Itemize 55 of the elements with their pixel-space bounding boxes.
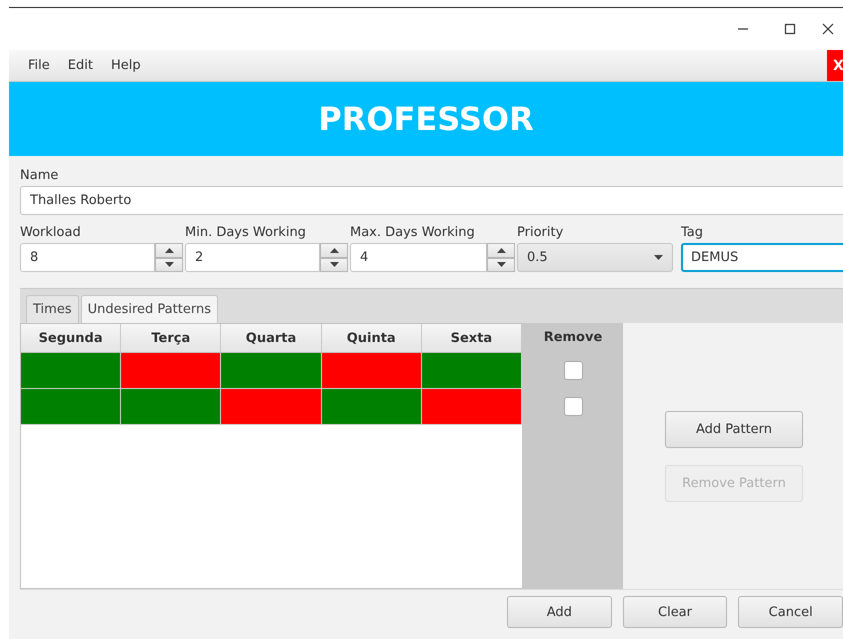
column-header[interactable]: Terça [121,324,222,352]
field-label: Min. Days Working [185,225,307,242]
field-label: Name [20,168,60,185]
column-header[interactable]: Segunda [21,324,122,352]
dialog-button[interactable]: Add [507,596,612,628]
checkbox[interactable] [564,396,582,416]
maximize-icon[interactable] [784,23,796,35]
table-cell[interactable] [422,353,522,389]
column-header[interactable]: Sexta [422,324,522,352]
field-label: Priority [517,225,564,242]
up-arrow-icon [496,248,506,253]
number-field[interactable]: 4 [350,243,487,272]
table-cell[interactable] [422,389,522,425]
name-field[interactable]: Thalles Roberto [20,186,843,215]
down-arrow-icon [164,262,174,268]
column-header: Remove [544,329,602,347]
priority-dropdown[interactable]: 0.5 [517,243,673,272]
decrement-button[interactable] [487,258,515,272]
number-field[interactable]: 8 [20,243,155,272]
number-field[interactable]: 2 [185,243,320,272]
text-field[interactable]: DEMUS [681,243,843,272]
up-arrow-icon [330,248,338,253]
column-header[interactable]: Quarta [221,324,322,352]
down-arrow-icon [330,262,338,268]
page-title: PROFESSOR [318,100,534,138]
dialog-button[interactable]: Cancel [738,596,843,628]
decrement-button[interactable] [155,258,183,272]
tab[interactable]: Undesired Patterns [80,295,218,323]
table-cell[interactable] [221,353,322,389]
column-header[interactable]: Quinta [322,324,422,352]
field-label: Workload [20,225,82,242]
decrement-button[interactable] [320,258,348,272]
tab[interactable]: Times [26,295,79,323]
checkbox[interactable] [564,360,582,380]
menu-item[interactable]: Help [102,58,150,73]
table-cell[interactable] [221,389,322,425]
menu-item[interactable]: File [19,58,59,73]
pattern-button[interactable]: Add Pattern [665,411,803,448]
table-cell[interactable] [121,353,222,389]
table-cell[interactable] [21,353,122,389]
table-cell[interactable] [322,353,422,389]
table-cell[interactable] [121,389,222,425]
down-arrow-icon [496,262,506,268]
up-arrow-icon [164,248,174,253]
increment-button[interactable] [155,243,183,258]
dialog-button[interactable]: Clear [622,596,728,628]
table-cell[interactable] [322,389,422,425]
increment-button[interactable] [487,243,515,258]
field-label: Tag [681,225,704,242]
caret-icon [654,255,663,260]
menu-item[interactable]: Edit [58,58,102,73]
increment-button[interactable] [320,243,348,258]
table-cell[interactable] [21,389,122,425]
close-icon[interactable] [822,23,834,35]
field-label: Max. Days Working [350,225,476,242]
